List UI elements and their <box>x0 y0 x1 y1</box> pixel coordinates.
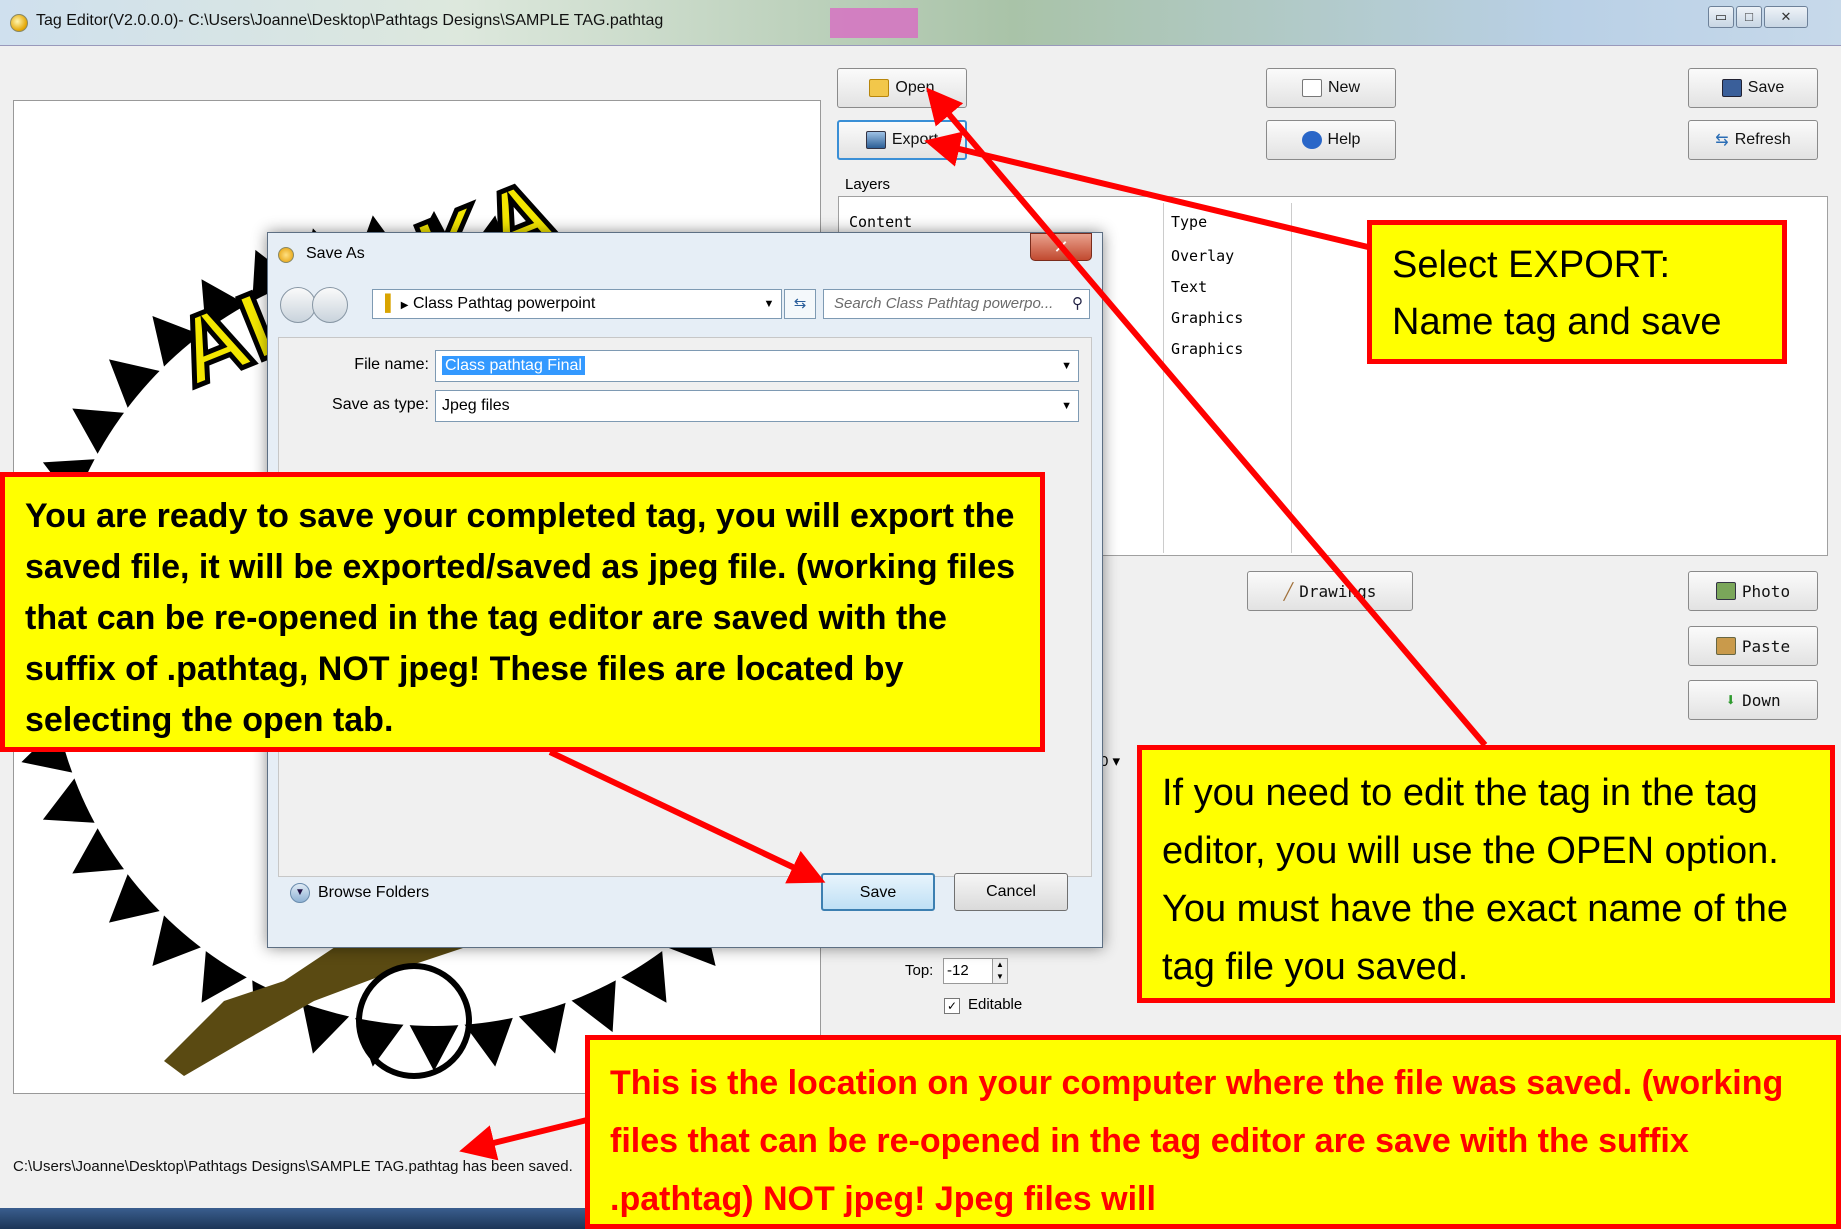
paste-label: Paste <box>1741 636 1791 656</box>
help-icon <box>1301 131 1322 149</box>
photo-label: Photo <box>1741 581 1791 601</box>
save-button[interactable]: Save <box>1688 68 1818 108</box>
browse-folders-label: Browse Folders <box>318 884 430 901</box>
editable-checkbox[interactable]: ✓ <box>944 998 960 1014</box>
title-bar: Tag Editor(V2.0.0.0)- C:\Users\Joanne\De… <box>0 0 1841 46</box>
close-button[interactable]: ✕ <box>1764 6 1808 28</box>
save-as-type-label: Save as type: <box>332 396 429 413</box>
drawings-label: Drawings <box>1299 581 1377 601</box>
layer-row-type[interactable]: Graphics <box>1171 309 1243 327</box>
chevron-down-icon: ▼ <box>1061 360 1072 372</box>
save-label: Save <box>1747 79 1785 96</box>
refresh-button[interactable]: ⇆ Refresh <box>1688 120 1818 160</box>
dialog-save-button[interactable]: Save <box>821 873 935 911</box>
export-button[interactable]: Export <box>837 120 967 160</box>
chevron-down-icon: ▼ <box>1061 400 1072 412</box>
back-button[interactable] <box>280 287 316 323</box>
save-as-type-value: Jpeg files <box>442 397 510 414</box>
open-label: Open <box>895 79 935 96</box>
search-input[interactable]: Search Class Pathtag powerpo... ⚲ <box>823 289 1090 319</box>
clipboard-icon <box>1715 637 1736 655</box>
refresh-icon: ⇆ <box>1715 132 1729 149</box>
top-stepper[interactable]: ▲ ▼ <box>992 958 1008 984</box>
column-divider <box>1163 203 1164 553</box>
expand-icon: ▼ <box>290 883 310 903</box>
photo-icon <box>1715 582 1736 600</box>
folder-icon: ▌ <box>385 295 397 312</box>
layer-row-type[interactable]: Graphics <box>1171 340 1243 358</box>
new-file-icon <box>1301 79 1322 97</box>
dialog-close-button[interactable]: ✕ <box>1030 233 1092 261</box>
down-button[interactable]: ⬇ Down <box>1688 680 1818 720</box>
browse-folders-toggle[interactable]: ▼ Browse Folders <box>290 883 429 903</box>
layer-row-type[interactable]: Text <box>1171 278 1207 296</box>
dialog-cancel-button[interactable]: Cancel <box>954 873 1068 911</box>
save-as-type-select[interactable]: Jpeg files ▼ <box>435 390 1079 422</box>
help-label: Help <box>1327 131 1361 148</box>
taskbar-highlight <box>830 8 918 38</box>
search-icon: ⚲ <box>1072 295 1083 312</box>
save-callout: You are ready to save your completed tag… <box>0 472 1045 752</box>
top-label: Top: <box>905 962 934 979</box>
new-button[interactable]: New <box>1266 68 1396 108</box>
column-header-content[interactable]: Content <box>849 213 912 231</box>
status-message: C:\Users\Joanne\Desktop\Pathtags Designs… <box>13 1158 573 1175</box>
export-label: Export <box>891 131 939 148</box>
close-icon: ✕ <box>1780 9 1792 24</box>
address-dropdown-button[interactable]: ▼ <box>756 289 782 319</box>
new-label: New <box>1327 79 1360 96</box>
top-input[interactable]: -12 <box>943 958 993 984</box>
window-title: Tag Editor(V2.0.0.0)- C:\Users\Joanne\De… <box>36 12 664 29</box>
app-icon <box>10 14 28 32</box>
pencil-icon: ╱ <box>1283 581 1294 601</box>
file-name-input[interactable]: Class pathtag Final ▼ <box>435 350 1079 382</box>
file-name-label: File name: <box>354 356 429 373</box>
open-callout: If you need to edit the tag in the tag e… <box>1137 745 1835 1003</box>
arrow-to-status-path <box>459 1117 588 1161</box>
maximize-icon: □ <box>1745 9 1753 24</box>
forward-button[interactable] <box>312 287 348 323</box>
dialog-title: Save As <box>306 245 365 262</box>
editable-label: Editable <box>968 996 1023 1013</box>
paste-button[interactable]: Paste <box>1688 626 1818 666</box>
address-text: Class Pathtag powerpoint <box>412 295 596 312</box>
folder-icon <box>869 79 890 97</box>
windows-taskbar <box>0 1208 600 1229</box>
maximize-button[interactable]: □ <box>1736 6 1762 28</box>
down-label: Down <box>1742 690 1781 710</box>
minimize-button[interactable]: ▭ <box>1708 6 1734 28</box>
photo-button[interactable]: Photo <box>1688 571 1818 611</box>
minimize-icon: ▭ <box>1714 9 1728 24</box>
arrow-down-icon: ⬇ <box>1725 689 1737 711</box>
help-button[interactable]: Help <box>1266 120 1396 160</box>
drawings-button[interactable]: ╱ Drawings <box>1247 571 1413 611</box>
column-header-type[interactable]: Type <box>1171 213 1207 231</box>
column-divider <box>1291 203 1292 553</box>
layer-row-type[interactable]: Overlay <box>1171 247 1234 265</box>
chevron-right-icon: ▶ <box>400 300 409 311</box>
close-icon: ✕ <box>1053 237 1069 257</box>
refresh-label: Refresh <box>1734 131 1791 148</box>
export-callout: Select EXPORT: Name tag and save <box>1367 220 1787 364</box>
refresh-icon: ⇆ <box>793 295 807 312</box>
open-button[interactable]: Open <box>837 68 967 108</box>
search-placeholder: Search Class Pathtag powerpo... <box>834 295 1054 312</box>
floppy-disk-icon <box>1721 79 1742 97</box>
export-icon <box>865 131 886 149</box>
dialog-app-icon <box>278 247 294 263</box>
dialog-refresh-button[interactable]: ⇆ <box>784 289 816 319</box>
layers-group-label: Layers <box>845 176 891 193</box>
file-name-value: Class pathtag Final <box>442 356 585 375</box>
size-dropdown-fragment[interactable]: 0 ▾ <box>1100 752 1120 770</box>
address-bar[interactable]: ▌ ▶ Class Pathtag powerpoint <box>372 289 782 319</box>
location-callout: This is the location on your computer wh… <box>585 1035 1841 1229</box>
